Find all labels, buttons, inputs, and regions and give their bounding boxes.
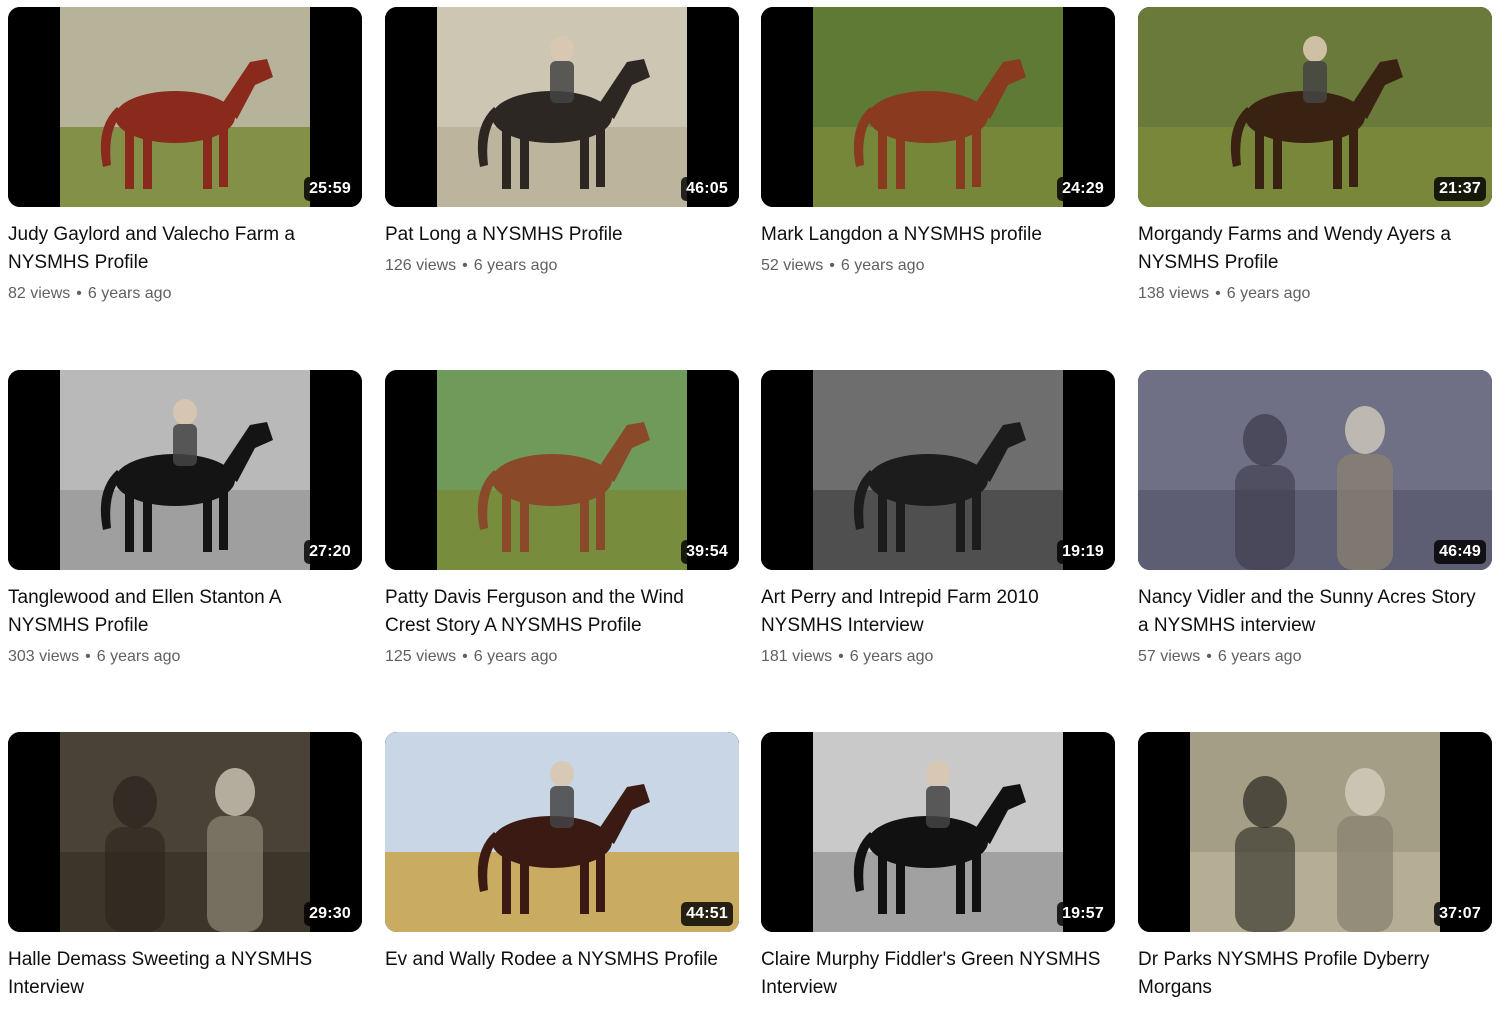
video-thumbnail[interactable]: 19:57 [761, 732, 1115, 932]
video-card[interactable]: 37:07 Dr Parks NYSMHS Profile Dyberry Mor… [1138, 732, 1492, 1002]
video-title[interactable]: Judy Gaylord and Valecho Farm a NYSMHS P… [8, 221, 353, 277]
upload-age: 6 years ago [840, 257, 925, 274]
duration-badge: 44:51 [681, 902, 733, 926]
video-thumbnail[interactable]: 44:51 [385, 732, 739, 932]
video-metadata: 52 views • 6 years ago [761, 255, 1115, 277]
duration-badge: 39:54 [681, 540, 733, 564]
meta-separator: • [1206, 648, 1212, 665]
video-title[interactable]: Art Perry and Intrepid Farm 2010 NYSMHS … [761, 584, 1106, 640]
upload-age: 6 years ago [473, 648, 558, 665]
video-card[interactable]: 27:20 Tanglewood and Ellen Stanton A NYSM… [8, 370, 362, 668]
duration-badge: 27:20 [304, 540, 356, 564]
video-thumbnail[interactable]: 21:37 [1138, 7, 1492, 207]
meta-separator: • [1215, 285, 1221, 302]
video-metadata: 181 views • 6 years ago [761, 646, 1115, 668]
video-metadata: 303 views • 6 years ago [8, 646, 362, 668]
meta-separator: • [838, 648, 844, 665]
video-metadata: 138 views • 6 years ago [1138, 283, 1492, 305]
video-title[interactable]: Dr Parks NYSMHS Profile Dyberry Morgans [1138, 946, 1483, 1002]
meta-separator: • [76, 285, 82, 302]
video-thumbnail[interactable]: 46:49 [1138, 370, 1492, 570]
video-thumbnail[interactable]: 27:20 [8, 370, 362, 570]
meta-separator: • [85, 648, 91, 665]
duration-badge: 19:57 [1057, 902, 1109, 926]
upload-age: 6 years ago [1217, 648, 1302, 665]
video-title[interactable]: Halle Demass Sweeting a NYSMHS Interview [8, 946, 353, 1002]
view-count: 52 views [761, 257, 824, 274]
video-title[interactable]: Claire Murphy Fiddler's Green NYSMHS Int… [761, 946, 1106, 1002]
video-title[interactable]: Patty Davis Ferguson and the Wind Crest … [385, 584, 730, 640]
video-grid: 25:59 Judy Gaylord and Valecho Farm a NYS… [0, 0, 1500, 1010]
video-title[interactable]: Pat Long a NYSMHS Profile [385, 221, 730, 249]
view-count: 125 views [385, 648, 457, 665]
duration-badge: 25:59 [304, 177, 356, 201]
duration-badge: 46:49 [1434, 540, 1486, 564]
upload-age: 6 years ago [1226, 285, 1311, 302]
upload-age: 6 years ago [87, 285, 172, 302]
video-card[interactable]: 21:37 Morgandy Farms and Wendy Ayers a NY… [1138, 7, 1492, 305]
view-count: 82 views [8, 285, 71, 302]
duration-badge: 37:07 [1434, 902, 1486, 926]
video-thumbnail[interactable]: 29:30 [8, 732, 362, 932]
video-thumbnail[interactable]: 24:29 [761, 7, 1115, 207]
upload-age: 6 years ago [473, 257, 558, 274]
duration-badge: 19:19 [1057, 540, 1109, 564]
video-thumbnail[interactable]: 46:05 [385, 7, 739, 207]
video-card[interactable]: 24:29 Mark Langdon a NYSMHS profile 52 vie… [761, 7, 1115, 277]
meta-separator: • [462, 648, 468, 665]
video-card[interactable]: 46:49 Nancy Vidler and the Sunny Acres St… [1138, 370, 1492, 668]
video-metadata: 57 views • 6 years ago [1138, 646, 1492, 668]
video-metadata: 126 views • 6 years ago [385, 255, 739, 277]
video-title[interactable]: Morgandy Farms and Wendy Ayers a NYSMHS … [1138, 221, 1483, 277]
upload-age: 6 years ago [96, 648, 181, 665]
view-count: 57 views [1138, 648, 1201, 665]
view-count: 138 views [1138, 285, 1210, 302]
video-card[interactable]: 39:54 Patty Davis Ferguson and the Wind C… [385, 370, 739, 668]
video-title[interactable]: Tanglewood and Ellen Stanton A NYSMHS Pr… [8, 584, 353, 640]
video-card[interactable]: 19:19 Art Perry and Intrepid Farm 2010 NY… [761, 370, 1115, 668]
duration-badge: 21:37 [1434, 177, 1486, 201]
video-card[interactable]: 25:59 Judy Gaylord and Valecho Farm a NYS… [8, 7, 362, 305]
video-thumbnail[interactable]: 39:54 [385, 370, 739, 570]
video-card[interactable]: 44:51 Ev and Wally Rodee a NYSMHS Profile [385, 732, 739, 974]
video-card[interactable]: 19:57 Claire Murphy Fiddler's Green NYSMH… [761, 732, 1115, 1002]
video-title[interactable]: Mark Langdon a NYSMHS profile [761, 221, 1106, 249]
view-count: 303 views [8, 648, 80, 665]
duration-badge: 24:29 [1057, 177, 1109, 201]
duration-badge: 29:30 [304, 902, 356, 926]
video-title[interactable]: Ev and Wally Rodee a NYSMHS Profile [385, 946, 730, 974]
video-title[interactable]: Nancy Vidler and the Sunny Acres Story a… [1138, 584, 1483, 640]
video-thumbnail[interactable]: 19:19 [761, 370, 1115, 570]
video-thumbnail[interactable]: 25:59 [8, 7, 362, 207]
view-count: 126 views [385, 257, 457, 274]
meta-separator: • [829, 257, 835, 274]
upload-age: 6 years ago [849, 648, 934, 665]
video-metadata: 125 views • 6 years ago [385, 646, 739, 668]
video-thumbnail[interactable]: 37:07 [1138, 732, 1492, 932]
meta-separator: • [462, 257, 468, 274]
view-count: 181 views [761, 648, 833, 665]
video-metadata: 82 views • 6 years ago [8, 283, 362, 305]
duration-badge: 46:05 [681, 177, 733, 201]
video-card[interactable]: 29:30 Halle Demass Sweeting a NYSMHS Inte… [8, 732, 362, 1002]
video-card[interactable]: 46:05 Pat Long a NYSMHS Profile 126 views •… [385, 7, 739, 277]
